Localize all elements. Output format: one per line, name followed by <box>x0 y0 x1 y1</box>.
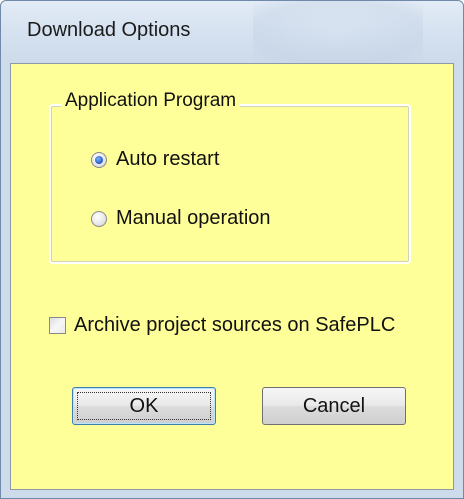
download-options-dialog: Download Options Application Program Aut… <box>0 0 464 499</box>
radio-auto-restart-label[interactable]: Auto restart <box>116 148 219 171</box>
archive-sources-checkbox-row[interactable]: Archive project sources on SafePLC <box>49 314 395 337</box>
cancel-button[interactable]: Cancel <box>262 387 406 425</box>
archive-sources-label[interactable]: Archive project sources on SafePLC <box>74 314 395 337</box>
window-title: Download Options <box>27 19 191 41</box>
ok-button-label: OK <box>129 394 159 417</box>
title-bar[interactable]: Download Options <box>1 1 463 63</box>
ok-button[interactable]: OK <box>72 387 216 425</box>
radio-button-unselected-icon[interactable] <box>91 210 107 227</box>
radio-manual-operation[interactable]: Manual operation <box>91 207 271 230</box>
radio-auto-restart[interactable]: Auto restart <box>91 148 219 171</box>
radio-button-selected-icon[interactable] <box>91 151 107 168</box>
cancel-button-label: Cancel <box>302 394 366 417</box>
dialog-body: Application Program Auto restart Manual … <box>10 63 454 490</box>
archive-sources-checkbox[interactable] <box>49 317 66 334</box>
application-program-groupbox <box>49 104 411 264</box>
groupbox-title: Application Program <box>61 90 241 112</box>
radio-manual-operation-label[interactable]: Manual operation <box>116 207 271 230</box>
